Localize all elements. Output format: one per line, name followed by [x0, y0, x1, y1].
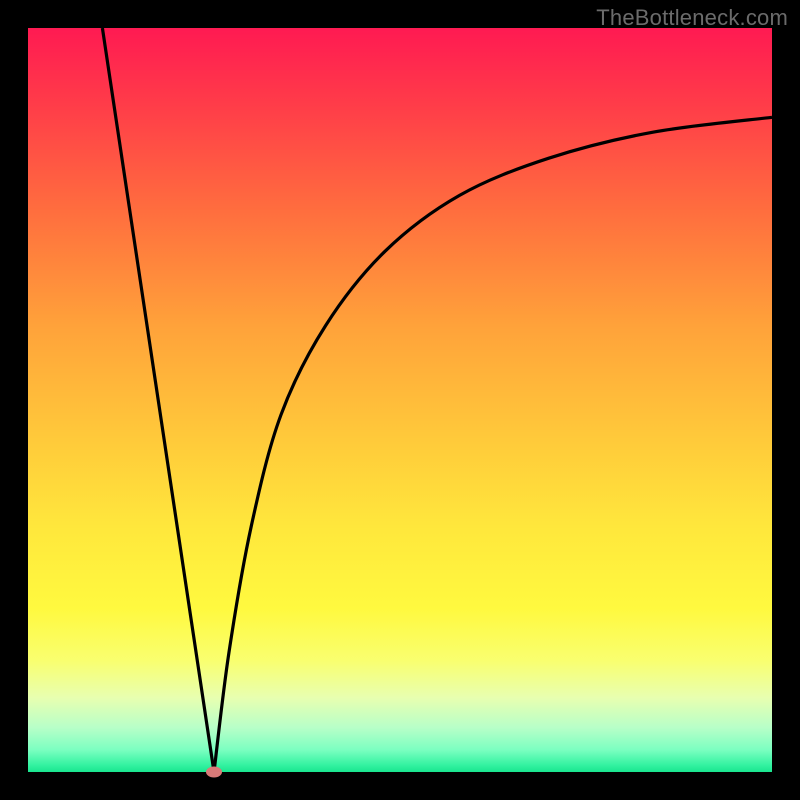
- curve-left-branch: [102, 28, 214, 772]
- watermark-text: TheBottleneck.com: [596, 5, 788, 31]
- plot-area: [28, 28, 772, 772]
- cusp-marker: [206, 767, 222, 778]
- chart-stage: TheBottleneck.com: [0, 0, 800, 800]
- curve-svg: [28, 28, 772, 772]
- curve-right-branch: [214, 117, 772, 772]
